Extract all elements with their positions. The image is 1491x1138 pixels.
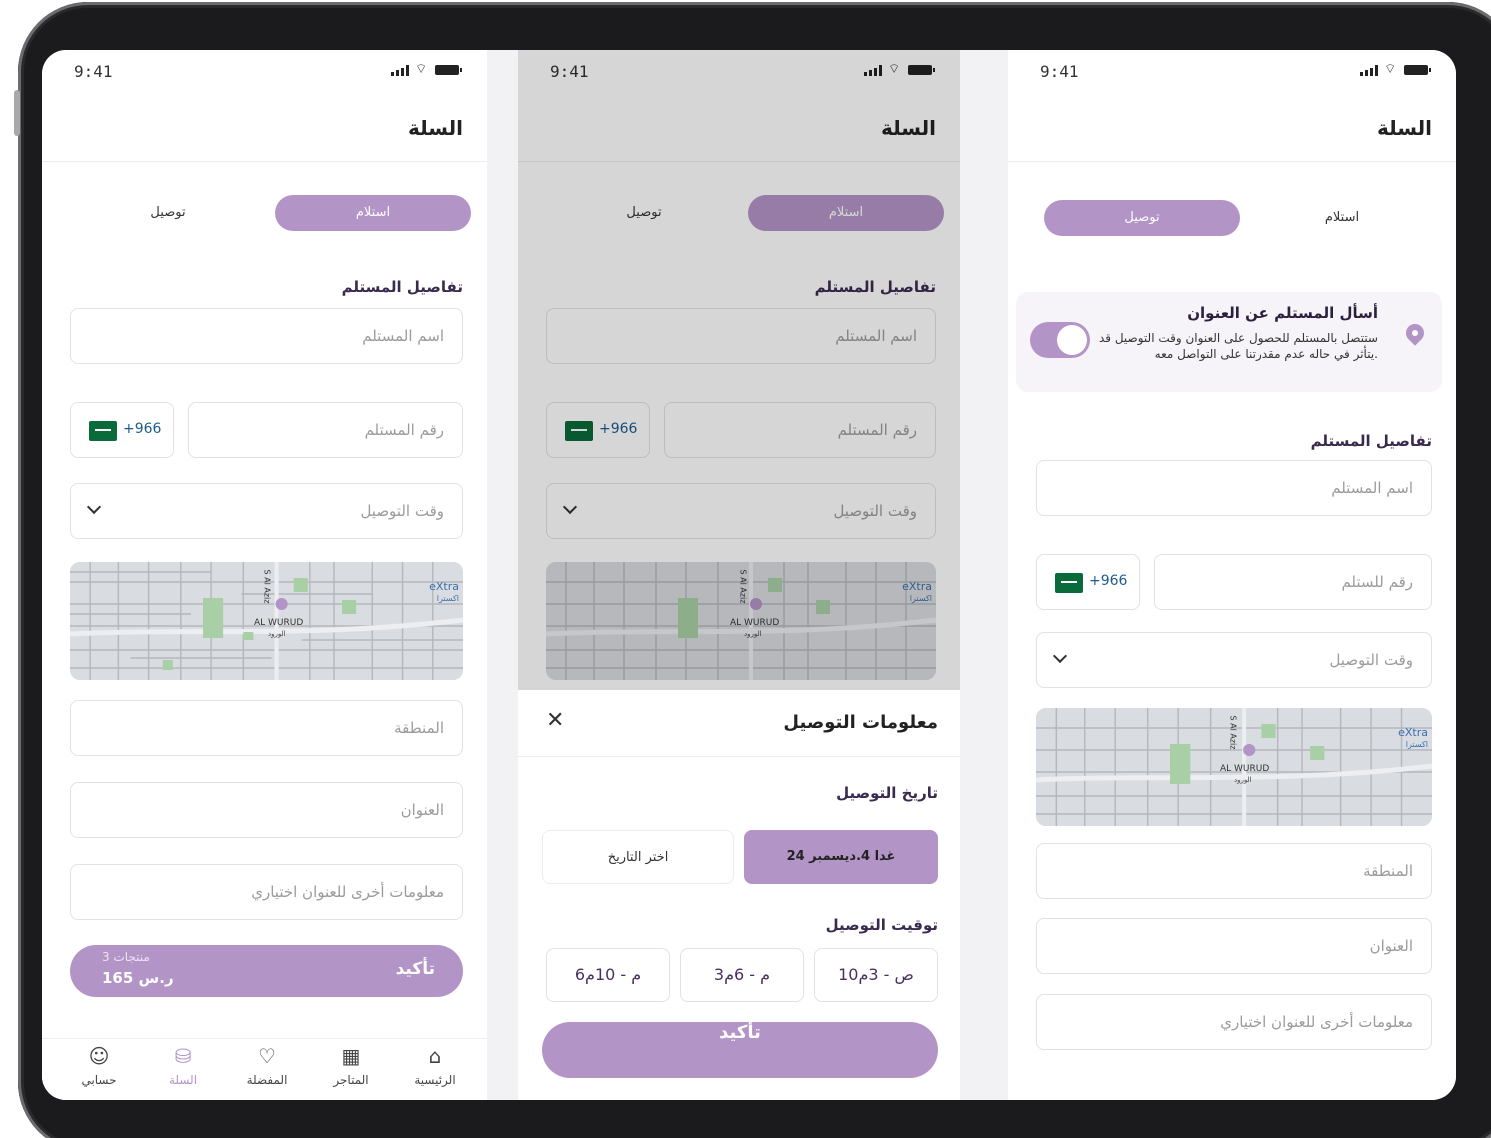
tab-delivery[interactable]: توصيل xyxy=(70,195,266,231)
map-label-district: AL WURUD xyxy=(1220,764,1270,774)
country-code: +966 xyxy=(123,421,162,437)
saudi-flag-icon xyxy=(89,421,117,441)
extra-info-field[interactable]: معلومات أخرى للعنوان اختياري xyxy=(70,864,463,920)
time-slot-1[interactable]: 10ص - 3م xyxy=(814,948,938,1002)
confirm-delivery-button[interactable]: تأكيد xyxy=(542,1022,938,1078)
map-label-store-ar: اكسترا xyxy=(1405,740,1428,749)
signal-icon xyxy=(391,64,409,76)
fulfillment-toggle: توصيل استلام xyxy=(1044,200,1440,236)
tab-stores[interactable]: ▦ المتاجر xyxy=(316,1045,386,1087)
heart-icon: ♡ xyxy=(258,1044,276,1068)
delivery-time-select[interactable]: وقت التوصيل xyxy=(70,483,463,539)
map-label-district: AL WURUD xyxy=(254,618,304,628)
tablet-screen: 9:41 ⌔ السلة استلام توصيل تفاصيل المستلم… xyxy=(42,50,1456,1100)
phone-row: +966 رقم المستلم xyxy=(70,402,463,458)
map-label-district-ar: الورود xyxy=(268,630,286,638)
location-map[interactable]: eXtra اكسترا AL WURUD الورود S Al Aziz xyxy=(1036,708,1432,826)
user-icon: ☺ xyxy=(88,1044,110,1068)
delivery-time-select[interactable]: وقت التوصيل xyxy=(1036,632,1432,688)
tab-pickup[interactable]: استلام xyxy=(1244,200,1440,236)
cart-item-count: 3 منتجات xyxy=(102,950,150,964)
status-bar: 9:41 ⌔ xyxy=(1008,62,1456,82)
address-field[interactable]: العنوان xyxy=(1036,918,1432,974)
location-map[interactable]: eXtra اكسترا AL WURUD الورود S Al Aziz xyxy=(70,562,463,680)
delivery-time-placeholder: وقت التوصيل xyxy=(360,502,444,520)
wifi-icon: ⌔ xyxy=(1384,62,1397,77)
modal-backdrop[interactable] xyxy=(518,50,960,690)
battery-icon xyxy=(435,65,462,75)
sheet-title: معلومات التوصيل xyxy=(783,712,938,733)
tab-account[interactable]: ☺ حسابي xyxy=(64,1045,134,1087)
basket-icon: ⛁ xyxy=(174,1044,192,1068)
tab-cart[interactable]: ⛁ السلة xyxy=(148,1045,218,1087)
tab-favorites[interactable]: ♡ المفضلة xyxy=(232,1045,302,1087)
page-header: السلة xyxy=(1008,102,1456,162)
recipient-name-field[interactable]: اسم المستلم xyxy=(1036,460,1432,516)
fulfillment-toggle: استلام توصيل xyxy=(70,195,471,231)
wifi-icon: ⌔ xyxy=(415,62,428,77)
home-icon: ⌂ xyxy=(428,1044,442,1068)
recipient-section-title: تفاصيل المستلم xyxy=(341,278,463,296)
page-title: السلة xyxy=(1376,116,1432,140)
cart-screen-delivery-sheet: 9:41 ⌔ السلة استلام توصيل تفاصيل المستلم… xyxy=(518,50,960,1100)
volume-up-button xyxy=(14,90,20,136)
country-code-selector[interactable]: +966 xyxy=(70,402,174,458)
battery-icon xyxy=(1404,65,1431,75)
store-icon: ▦ xyxy=(341,1044,361,1068)
pick-date-button[interactable]: اختر التاريخ xyxy=(542,830,734,884)
tab-pickup[interactable]: استلام xyxy=(275,195,471,231)
delivery-time-label: توقيت التوصيل xyxy=(825,916,938,934)
map-label-store: eXtra xyxy=(1398,726,1428,739)
map-label-district-ar: الورود xyxy=(1234,776,1252,784)
extra-info-field[interactable]: معلومات أخرى للعنوان اختياري xyxy=(1036,994,1432,1050)
map-label-street: S Al Aziz xyxy=(262,569,272,604)
recipient-phone-field[interactable]: رقم للستلم xyxy=(1154,554,1432,610)
cart-screen-pickup: 9:41 ⌔ السلة استلام توصيل تفاصيل المستلم… xyxy=(42,50,487,1100)
date-tomorrow-button[interactable]: غدا 4.ديسمبر 24 xyxy=(744,830,938,884)
chevron-down-icon xyxy=(1052,648,1068,664)
delivery-info-sheet: معلومات التوصيل ✕ تاريخ التوصيل غدا 4.دي… xyxy=(518,690,960,1100)
page-header: السلة xyxy=(42,102,487,162)
cart-screen-delivery: 9:41 ⌔ السلة توصيل استلام أسأل المستلم ع… xyxy=(1008,50,1456,1100)
status-time: 9:41 xyxy=(1040,62,1079,81)
location-pin-icon xyxy=(1402,320,1428,346)
recipient-phone-field[interactable]: رقم المستلم xyxy=(188,402,463,458)
delivery-time-placeholder: وقت التوصيل xyxy=(1329,651,1413,669)
phone-row: +966 رقم للستلم xyxy=(1036,554,1432,610)
signal-icon xyxy=(1360,64,1378,76)
status-time: 9:41 xyxy=(74,62,113,81)
tab-home[interactable]: ⌂ الرئيسية xyxy=(400,1045,470,1087)
ask-recipient-toggle[interactable] xyxy=(1030,322,1090,358)
confirm-cart-button[interactable]: تأكيد 3 منتجات 165 ر.س xyxy=(70,945,463,997)
delivery-date-label: تاريخ التوصيل xyxy=(836,784,938,802)
saudi-flag-icon xyxy=(1055,573,1083,593)
ask-recipient-description: ستتصل بالمستلم للحصول على العنوان وقت ال… xyxy=(1098,331,1378,361)
page-title: السلة xyxy=(407,116,463,140)
status-bar: 9:41 ⌔ xyxy=(42,62,487,82)
country-code-selector[interactable]: +966 xyxy=(1036,554,1140,610)
map-label-store: eXtra xyxy=(429,580,459,593)
time-slot-2[interactable]: 3م - 6م xyxy=(680,948,804,1002)
area-field[interactable]: المنطقة xyxy=(70,700,463,756)
area-field[interactable]: المنطقة xyxy=(1036,843,1432,899)
sheet-divider xyxy=(518,756,960,757)
address-field[interactable]: العنوان xyxy=(70,782,463,838)
recipient-name-field[interactable]: اسم المستلم xyxy=(70,308,463,364)
close-icon[interactable]: ✕ xyxy=(546,708,564,733)
ask-recipient-card: أسأل المستلم عن العنوان ستتصل بالمستلم ل… xyxy=(1016,292,1442,392)
map-label-store-ar: اكسترا xyxy=(436,594,459,603)
chevron-down-icon xyxy=(86,499,102,515)
time-slot-3[interactable]: 6م - 10م xyxy=(546,948,670,1002)
recipient-section-title: تفاصيل المستلم xyxy=(1310,432,1432,450)
map-label-street: S Al Aziz xyxy=(1228,715,1238,750)
bottom-tab-bar: ☺ حسابي ⛁ السلة ♡ المفضلة ▦ المتاجر ⌂ الرئيسي… xyxy=(42,1038,487,1100)
cart-total-price: 165 ر.س xyxy=(102,969,174,987)
ask-recipient-title: أسأل المستلم عن العنوان xyxy=(1187,304,1378,322)
confirm-label: تأكيد xyxy=(395,959,435,979)
tab-delivery[interactable]: توصيل xyxy=(1044,200,1240,236)
country-code: +966 xyxy=(1089,573,1128,589)
